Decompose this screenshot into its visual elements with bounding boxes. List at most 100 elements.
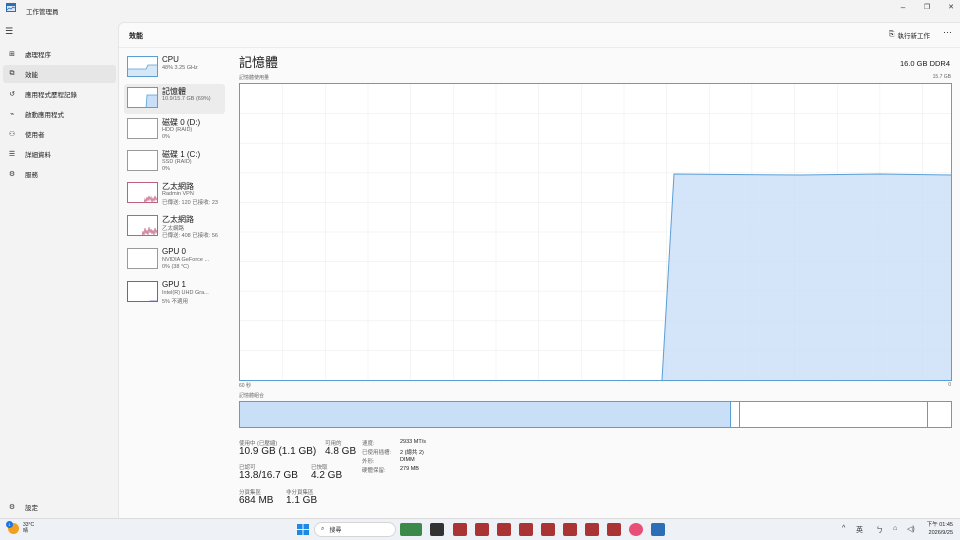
cpu-thumbnail xyxy=(127,56,158,77)
nav-item-label: 詳細資料 xyxy=(25,152,51,159)
paged-pool-value: 684 MB xyxy=(239,495,274,506)
graph-max-label: 15.7 GB xyxy=(932,74,951,80)
header-divider xyxy=(119,47,960,48)
clock-time: 下午 01:45 xyxy=(926,522,953,528)
run-task-icon: ⎘ xyxy=(888,31,895,38)
task-view-icon[interactable] xyxy=(430,523,444,536)
device-ethernet[interactable]: 乙太網路 乙太網路 已傳送: 408 已接收: 56 xyxy=(124,212,225,242)
nav-item-details[interactable]: ☰ 詳細資料 xyxy=(3,145,116,163)
device-disk-0[interactable]: 磁碟 0 (D:) HDD (RAID) 0% xyxy=(124,115,225,145)
app-icon[interactable] xyxy=(607,523,621,536)
weather-sun-icon: 1 xyxy=(6,520,19,534)
app-icon[interactable] xyxy=(541,523,555,536)
nav-item-label: 應用程式歷程記錄 xyxy=(25,92,77,99)
device-gpu-1[interactable]: GPU 1 Intel(R) UHD Gra... 5% 不適用 xyxy=(124,278,225,308)
device-cpu[interactable]: CPU 48% 3.25 GHz xyxy=(124,53,225,83)
grid-icon: ⊞ xyxy=(9,51,15,58)
time-axis-left: 60 秒 xyxy=(239,383,251,389)
nav-item-settings[interactable]: ⚙ 設定 xyxy=(3,498,116,516)
cached-value: 4.2 GB xyxy=(311,470,343,481)
app-icon[interactable] xyxy=(563,523,577,536)
disk-1-thumbnail xyxy=(127,150,158,171)
device-model: Intel(R) UHD Gra... xyxy=(162,290,209,296)
nav-item-label: 效能 xyxy=(25,72,38,79)
weather-text: 33°C 晴 xyxy=(23,522,34,534)
app-icon[interactable] xyxy=(497,523,511,536)
device-stat: 0% xyxy=(162,134,170,140)
app-icon[interactable] xyxy=(585,523,599,536)
network-icon[interactable]: ⌂ xyxy=(893,525,897,532)
ethernet-thumbnail xyxy=(127,215,158,236)
input-language[interactable]: 英 xyxy=(856,525,863,535)
device-stat: 已傳送: 120 已接收: 23 xyxy=(162,200,218,206)
start-button[interactable] xyxy=(296,523,310,536)
task-manager-taskbar-icon[interactable] xyxy=(651,523,665,536)
system-clock[interactable]: 下午 01:45 2026/9/25 xyxy=(927,521,953,537)
slots-value: 2 (總共 2) xyxy=(400,450,424,456)
gpu-0-thumbnail xyxy=(127,248,158,269)
composition-standby-divider xyxy=(927,402,928,427)
close-button[interactable]: ✕ xyxy=(936,0,960,14)
nav-item-performance[interactable]: ⧉ 效能 xyxy=(3,65,116,83)
weather-widget[interactable]: 1 33°C 晴 xyxy=(6,520,34,534)
nav-item-label: 處理程序 xyxy=(25,52,51,59)
app-icon[interactable] xyxy=(475,523,489,536)
history-icon: ↺ xyxy=(9,91,15,98)
memory-thumbnail xyxy=(127,87,158,108)
more-options-button[interactable]: ··· xyxy=(943,27,952,37)
nav-item-processes[interactable]: ⊞ 處理程序 xyxy=(3,45,116,63)
app-icon[interactable] xyxy=(453,523,467,536)
ime-icon[interactable]: ㄅ xyxy=(876,525,883,535)
nav-item-label: 服務 xyxy=(25,172,38,179)
chevron-up-icon[interactable]: ^ xyxy=(842,525,845,532)
memory-usage-chart xyxy=(240,84,952,381)
notification-badge: 1 xyxy=(6,520,13,528)
main-panel: 效能 ⎘ 執行新工作 ··· CPU 48% 3.25 GHz 記憶體 10.9… xyxy=(118,22,960,518)
time-axis-right: 0 xyxy=(948,382,951,388)
nav-item-users[interactable]: ⚇ 使用者 xyxy=(3,125,116,143)
device-name: GPU 1 xyxy=(162,280,187,289)
memory-usage-graph xyxy=(239,83,952,381)
search-highlight-icon[interactable] xyxy=(400,523,422,536)
disk-0-thumbnail xyxy=(127,118,158,139)
nav-item-label: 使用者 xyxy=(25,132,45,139)
hamburger-menu-icon[interactable]: ☰ xyxy=(5,26,13,37)
services-icon: ⚙ xyxy=(8,171,16,178)
run-new-task-button[interactable]: ⎘ 執行新工作 xyxy=(889,30,930,40)
volume-icon[interactable]: ◁) xyxy=(907,525,915,533)
task-manager-icon xyxy=(6,3,16,12)
graph-label: 記憶體使用量 xyxy=(239,75,270,81)
device-stat: 0% (38 °C) xyxy=(162,264,189,270)
hw-reserved-label: 硬體保留: xyxy=(362,468,386,474)
device-gpu-0[interactable]: GPU 0 NVIDIA GeForce ... 0% (38 °C) xyxy=(124,245,225,275)
available-value: 4.8 GB xyxy=(325,446,357,457)
device-name: GPU 0 xyxy=(162,247,187,256)
taskbar: 1 33°C 晴 ⌕ 搜尋 ^ 英 ㄅ ⌂ ◁) 下午 01:45 2026/9… xyxy=(0,518,960,540)
composition-modified xyxy=(739,402,740,427)
composition-in-use xyxy=(240,402,731,427)
memory-usage-area xyxy=(662,174,951,380)
app-title: 工作管理員 xyxy=(26,9,59,16)
device-ethernet-radmin[interactable]: 乙太網路 Radmin VPN 已傳送: 120 已接收: 23 xyxy=(124,179,225,209)
device-type: HDD (RAID) xyxy=(162,127,193,133)
ethernet-thumbnail xyxy=(127,182,158,203)
nav-item-app-history[interactable]: ↺ 應用程式歷程記錄 xyxy=(3,85,116,103)
composition-label: 記憶體組合 xyxy=(239,393,265,399)
device-stat: 已傳送: 408 已接收: 56 xyxy=(162,233,218,239)
taskbar-search[interactable]: ⌕ 搜尋 xyxy=(314,522,396,537)
gpu-1-thumbnail xyxy=(127,281,158,302)
device-disk-1[interactable]: 磁碟 1 (C:) SSD (RAID) 0% xyxy=(124,147,225,177)
gear-icon: ⚙ xyxy=(8,504,16,511)
browser-icon[interactable] xyxy=(629,523,643,536)
form-factor-value: DIMM xyxy=(400,457,415,463)
device-stat: 10.9/15.7 GB (69%) xyxy=(162,96,211,102)
nav-item-startup[interactable]: ⌁ 啟動應用程式 xyxy=(3,105,116,123)
nav-item-services[interactable]: ⚙ 服務 xyxy=(3,165,116,183)
app-icon[interactable] xyxy=(519,523,533,536)
memory-spec: 16.0 GB DDR4 xyxy=(899,59,950,68)
side-nav: ☰ ⊞ 處理程序 ⧉ 效能 ↺ 應用程式歷程記錄 ⌁ 啟動應用程式 ⚇ 使用者 ☰ 詳細資料… xyxy=(0,22,118,518)
device-memory[interactable]: 記憶體 10.9/15.7 GB (69%) xyxy=(124,84,225,114)
device-adapter: Radmin VPN xyxy=(162,191,194,197)
clock-date: 2026/9/25 xyxy=(928,530,953,536)
details-icon: ☰ xyxy=(8,151,16,158)
